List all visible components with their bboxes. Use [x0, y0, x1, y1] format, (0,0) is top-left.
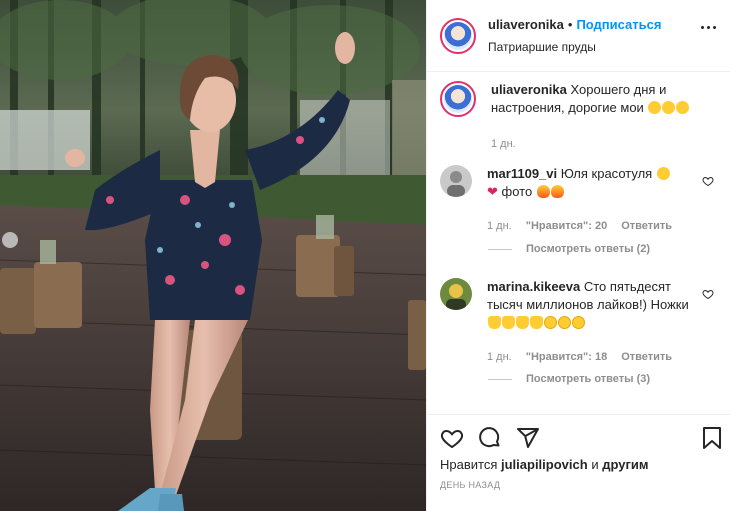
likes-prefix: Нравится	[440, 457, 498, 472]
liked-by-user[interactable]: juliapilipovich	[501, 457, 588, 472]
comment-time[interactable]: 1 дн.	[487, 217, 512, 235]
comment-like-heart-icon[interactable]	[702, 175, 714, 187]
fire-emoji-icon	[550, 185, 564, 198]
post-side-panel: uliaveronika • Подписаться Патриаршие пр…	[426, 0, 730, 511]
post-timestamp[interactable]: День назад	[440, 480, 717, 490]
comment-likes-count[interactable]: "Нравится": 18	[526, 348, 607, 366]
share-icon[interactable]	[516, 426, 540, 450]
comment-username[interactable]: marina.kikeeva	[487, 279, 580, 294]
comment-row: marina.kikeeva Сто пятьдесят тысяч милли…	[440, 278, 717, 366]
comment-icon[interactable]	[478, 426, 502, 450]
hugging-emoji-icon	[544, 316, 557, 329]
author-username[interactable]: uliaveronika	[488, 17, 564, 32]
caption-row: uliaveronika Хорошего дня и настроения, …	[440, 81, 717, 153]
red-heart-emoji-icon: ❤	[487, 184, 498, 199]
thumbs-up-emoji-icon	[502, 316, 515, 329]
view-replies-label: Посмотреть ответы (3)	[526, 373, 651, 385]
wink-emoji-icon	[656, 167, 670, 180]
comment-like-heart-icon[interactable]	[702, 288, 714, 300]
caption-username[interactable]: uliaveronika	[491, 82, 567, 97]
reply-button[interactable]: Ответить	[621, 217, 672, 235]
comment-time[interactable]: 1 дн.	[487, 348, 512, 366]
follow-button[interactable]: Подписаться	[576, 17, 661, 32]
hugging-emoji-icon	[558, 316, 571, 329]
comment-row: mar1109_vi Юля красотуля ❤ фото 1 дн. "Н…	[440, 165, 717, 235]
commenter-avatar[interactable]	[440, 278, 472, 310]
comment-text-2: фото	[501, 184, 533, 199]
likes-summary: Нравится juliapilipovich и другим	[440, 457, 717, 472]
heart-icon[interactable]	[440, 426, 464, 450]
thumbs-up-emoji-icon	[516, 316, 529, 329]
location-link[interactable]: Патриаршие пруды	[488, 40, 661, 54]
view-replies-button[interactable]: Посмотреть ответы (3)	[488, 373, 650, 385]
view-replies-button[interactable]: Посмотреть ответы (2)	[488, 243, 650, 255]
view-replies-label: Посмотреть ответы (2)	[526, 243, 651, 255]
hugging-emoji-icon	[572, 316, 585, 329]
thumbs-up-emoji-icon	[488, 316, 501, 329]
post-modal: uliaveronika • Подписаться Патриаршие пр…	[0, 0, 730, 511]
more-icon[interactable]	[701, 26, 716, 29]
avatar-image	[440, 165, 472, 197]
wink-emoji-icon	[662, 101, 676, 114]
separator-dot: •	[567, 17, 573, 32]
reply-button[interactable]: Ответить	[621, 348, 672, 366]
wink-emoji-icon	[648, 101, 662, 114]
fire-emoji-icon	[536, 185, 550, 198]
thumbs-up-emoji-icon	[530, 316, 543, 329]
comment-username[interactable]: mar1109_vi	[487, 166, 557, 181]
liked-by-others-button[interactable]: другим	[602, 457, 648, 472]
commenter-avatar[interactable]	[440, 165, 472, 197]
wink-emoji-icon	[676, 101, 690, 114]
post-header: uliaveronika • Подписаться Патриаршие пр…	[427, 0, 730, 72]
post-actions: Нравится juliapilipovich и другим День н…	[427, 414, 730, 511]
photo-illustration	[0, 0, 426, 511]
caption-avatar[interactable]	[440, 81, 476, 117]
avatar-image	[440, 278, 472, 310]
bookmark-icon[interactable]	[701, 426, 723, 450]
comments-list[interactable]: uliaveronika Хорошего дня и настроения, …	[427, 73, 730, 413]
author-avatar[interactable]	[440, 17, 476, 54]
caption-time[interactable]: 1 дн.	[491, 135, 516, 153]
post-photo[interactable]	[0, 0, 426, 511]
comment-text: Юля красотуля	[560, 166, 653, 181]
likes-and: и	[591, 457, 599, 472]
comment-likes-count[interactable]: "Нравится": 20	[526, 217, 607, 235]
